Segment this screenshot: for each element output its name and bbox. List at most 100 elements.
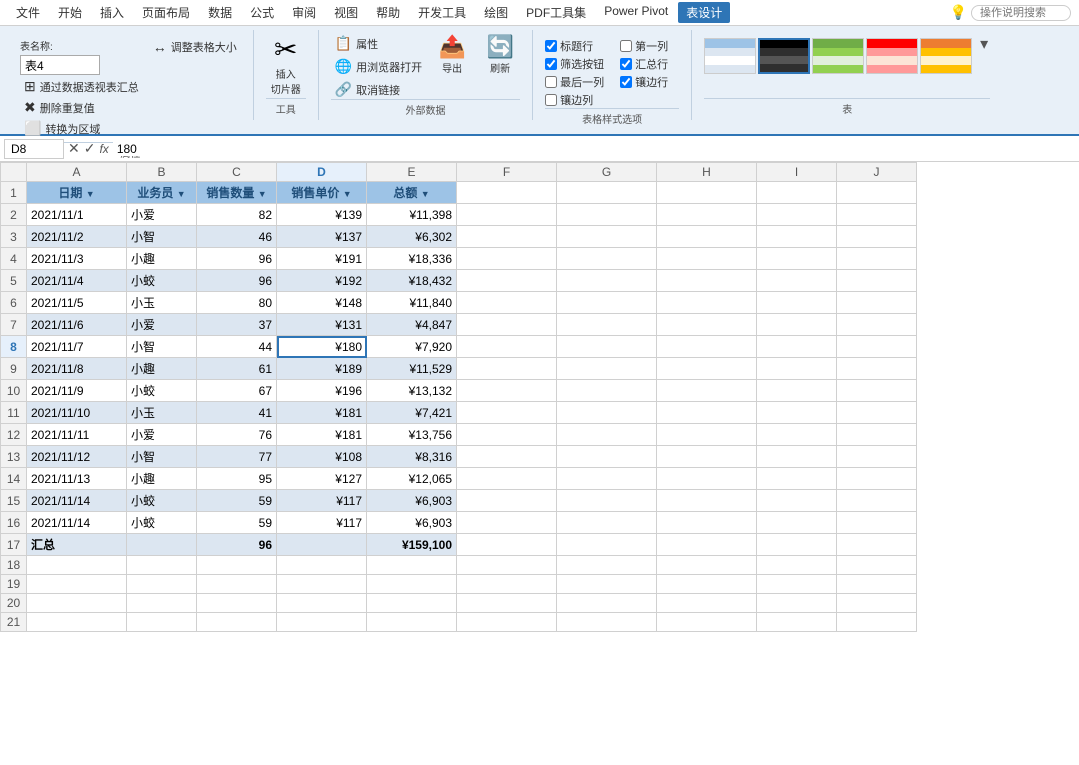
style-swatch-0[interactable] <box>704 38 756 74</box>
table-header-销售数量[interactable]: 销售数量 ▼ <box>197 182 277 204</box>
cell-13-A[interactable]: 2021/11/12 <box>27 446 127 468</box>
checkbox-input-筛选按钮[interactable] <box>545 58 557 70</box>
cell-16-D[interactable]: ¥117 <box>277 512 367 534</box>
cell-13-B[interactable]: 小智 <box>127 446 197 468</box>
cell-6-D[interactable]: ¥148 <box>277 292 367 314</box>
menu-item-插入[interactable]: 插入 <box>92 2 132 23</box>
cell-10-B[interactable]: 小蛟 <box>127 380 197 402</box>
total-cell-C[interactable]: 96 <box>197 534 277 556</box>
cell-8-D[interactable]: ¥180 <box>277 336 367 358</box>
cell-11-A[interactable]: 2021/11/10 <box>27 402 127 424</box>
formula-cross-icon[interactable]: ✓ <box>84 140 96 157</box>
cell-8-A[interactable]: 2021/11/7 <box>27 336 127 358</box>
browser-open-btn[interactable]: 🌐 用浏览器打开 <box>331 57 426 76</box>
cell-2-A[interactable]: 2021/11/1 <box>27 204 127 226</box>
cell-12-A[interactable]: 2021/11/11 <box>27 424 127 446</box>
cell-15-E[interactable]: ¥6,903 <box>367 490 457 512</box>
cell-10-D[interactable]: ¥196 <box>277 380 367 402</box>
total-cell-B[interactable] <box>127 534 197 556</box>
cell-14-B[interactable]: 小趣 <box>127 468 197 490</box>
checkbox-汇总行[interactable]: 汇总行 <box>620 56 679 72</box>
cell-11-B[interactable]: 小玉 <box>127 402 197 424</box>
style-swatch-1[interactable] <box>758 38 810 74</box>
style-swatch-3[interactable] <box>866 38 918 74</box>
cell-6-C[interactable]: 80 <box>197 292 277 314</box>
cell-15-A[interactable]: 2021/11/14 <box>27 490 127 512</box>
cell-5-E[interactable]: ¥18,432 <box>367 270 457 292</box>
cell-4-D[interactable]: ¥191 <box>277 248 367 270</box>
col-header-C[interactable]: C <box>197 163 277 182</box>
menu-item-视图[interactable]: 视图 <box>326 2 366 23</box>
cell-4-E[interactable]: ¥18,336 <box>367 248 457 270</box>
menu-item-Power Pivot[interactable]: Power Pivot <box>596 2 676 23</box>
export-btn[interactable]: 📤 导出 <box>432 34 472 77</box>
cell-11-E[interactable]: ¥7,421 <box>367 402 457 424</box>
total-cell-E[interactable]: ¥159,100 <box>367 534 457 556</box>
properties-btn[interactable]: 📋 属性 <box>331 34 426 53</box>
cell-10-A[interactable]: 2021/11/9 <box>27 380 127 402</box>
cell-3-C[interactable]: 46 <box>197 226 277 248</box>
cell-14-A[interactable]: 2021/11/13 <box>27 468 127 490</box>
menu-item-公式[interactable]: 公式 <box>242 2 282 23</box>
total-cell-A[interactable]: 汇总 <box>27 534 127 556</box>
cell-4-B[interactable]: 小趣 <box>127 248 197 270</box>
checkbox-镶边列[interactable]: 镶边列 <box>545 92 604 108</box>
cell-16-E[interactable]: ¥6,903 <box>367 512 457 534</box>
cell-15-B[interactable]: 小蛟 <box>127 490 197 512</box>
checkbox-镶边行[interactable]: 镶边行 <box>620 74 679 90</box>
checkbox-标题行[interactable]: 标题行 <box>545 38 604 54</box>
cell-14-C[interactable]: 95 <box>197 468 277 490</box>
cell-6-A[interactable]: 2021/11/5 <box>27 292 127 314</box>
col-header-D[interactable]: D <box>277 163 367 182</box>
checkbox-最后一列[interactable]: 最后一列 <box>545 74 604 90</box>
checkbox-input-第一列[interactable] <box>620 40 632 52</box>
cell-3-B[interactable]: 小智 <box>127 226 197 248</box>
menu-item-数据[interactable]: 数据 <box>200 2 240 23</box>
checkbox-第一列[interactable]: 第一列 <box>620 38 679 54</box>
style-swatch-4[interactable] <box>920 38 972 74</box>
unlink-btn[interactable]: 🔗 取消链接 <box>331 80 426 99</box>
cell-9-C[interactable]: 61 <box>197 358 277 380</box>
menu-item-审阅[interactable]: 审阅 <box>284 2 324 23</box>
cell-6-B[interactable]: 小玉 <box>127 292 197 314</box>
cell-7-E[interactable]: ¥4,847 <box>367 314 457 336</box>
cell-9-B[interactable]: 小趣 <box>127 358 197 380</box>
col-header-H[interactable]: H <box>657 163 757 182</box>
cell-13-C[interactable]: 77 <box>197 446 277 468</box>
col-header-F[interactable]: F <box>457 163 557 182</box>
cell-13-E[interactable]: ¥8,316 <box>367 446 457 468</box>
checkbox-input-汇总行[interactable] <box>620 58 632 70</box>
refresh-btn[interactable]: 🔄 刷新 <box>480 34 520 77</box>
checkbox-input-最后一列[interactable] <box>545 76 557 88</box>
table-header-总额[interactable]: 总额 ▼ <box>367 182 457 204</box>
cell-7-B[interactable]: 小爱 <box>127 314 197 336</box>
menu-item-表设计[interactable]: 表设计 <box>678 2 730 23</box>
menu-item-文件[interactable]: 文件 <box>8 2 48 23</box>
remove-duplicates-btn[interactable]: ✖ 删除重复值 <box>20 98 143 117</box>
cell-11-D[interactable]: ¥181 <box>277 402 367 424</box>
table-header-业务员[interactable]: 业务员 ▼ <box>127 182 197 204</box>
cell-16-A[interactable]: 2021/11/14 <box>27 512 127 534</box>
checkbox-筛选按钮[interactable]: 筛选按钮 <box>545 56 604 72</box>
cell-16-C[interactable]: 59 <box>197 512 277 534</box>
menu-item-开发工具[interactable]: 开发工具 <box>410 2 474 23</box>
cell-5-C[interactable]: 96 <box>197 270 277 292</box>
menu-item-绘图[interactable]: 绘图 <box>476 2 516 23</box>
table-header-日期[interactable]: 日期 ▼ <box>27 182 127 204</box>
cell-4-C[interactable]: 96 <box>197 248 277 270</box>
cell-10-C[interactable]: 67 <box>197 380 277 402</box>
formula-check-icon[interactable]: ✕ <box>68 140 80 157</box>
cell-15-C[interactable]: 59 <box>197 490 277 512</box>
cell-12-D[interactable]: ¥181 <box>277 424 367 446</box>
col-header-A[interactable]: A <box>27 163 127 182</box>
cell-3-E[interactable]: ¥6,302 <box>367 226 457 248</box>
cell-7-C[interactable]: 37 <box>197 314 277 336</box>
cell-5-B[interactable]: 小蛟 <box>127 270 197 292</box>
cell-16-B[interactable]: 小蛟 <box>127 512 197 534</box>
cell-2-E[interactable]: ¥11,398 <box>367 204 457 226</box>
table-header-销售单价[interactable]: 销售单价 ▼ <box>277 182 367 204</box>
col-header-G[interactable]: G <box>557 163 657 182</box>
cell-8-B[interactable]: 小智 <box>127 336 197 358</box>
formula-input[interactable] <box>113 142 1075 156</box>
cell-14-D[interactable]: ¥127 <box>277 468 367 490</box>
